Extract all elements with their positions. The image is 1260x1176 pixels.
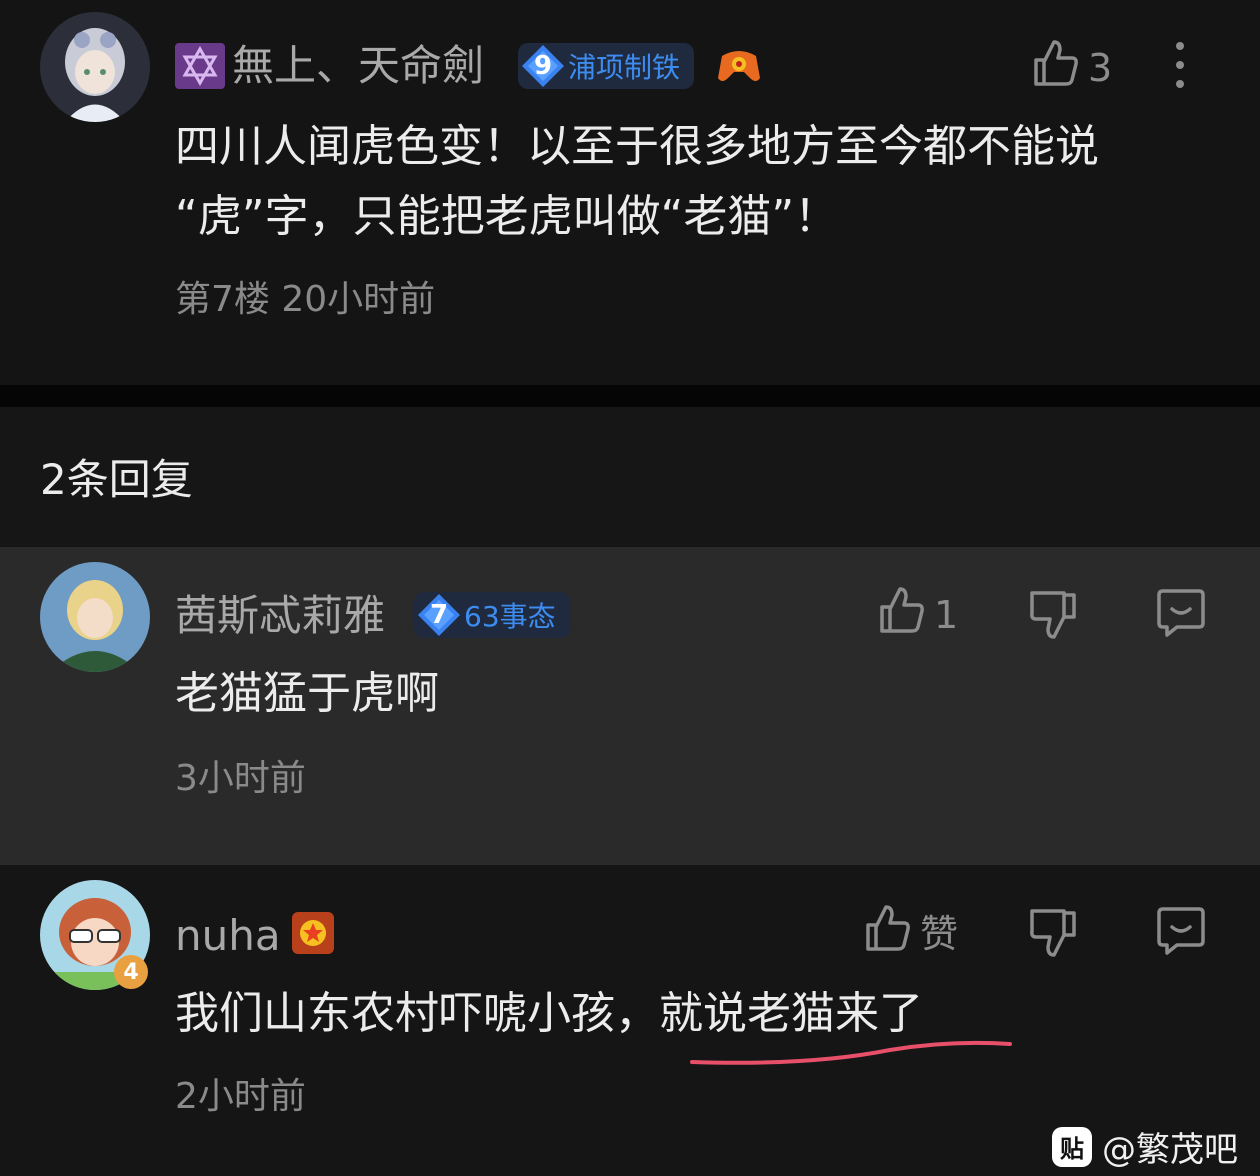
reply-meta: 3小时前 [175, 758, 306, 799]
tieba-logo-icon: 贴 [1052, 1126, 1092, 1167]
thumbs-up-icon[interactable] [876, 585, 926, 639]
sun-badge-icon [292, 912, 334, 958]
reply-content-plain: 我们山东农村吓唬小孩， [175, 988, 659, 1039]
badge-text: 63事态 [464, 600, 556, 633]
reply-content: 我们山东农村吓唬小孩，就说老猫来了 [175, 979, 923, 1049]
comment-icon[interactable] [1155, 905, 1207, 961]
user-avatar[interactable] [40, 12, 150, 122]
reply-content: 老猫猛于虎啊 [175, 668, 439, 719]
diamond-icon: 7 [414, 592, 464, 638]
watermark: 贴 @繁茂吧 [1052, 1122, 1238, 1171]
badge-level: 7 [429, 600, 449, 630]
like-label[interactable]: 赞 [920, 915, 958, 953]
level-badge[interactable]: 7 63事态 [414, 592, 570, 638]
username[interactable]: nuha [175, 915, 281, 957]
level-badge[interactable]: 9 浦项制铁 [518, 43, 695, 89]
thumbs-up-icon[interactable] [862, 903, 912, 957]
badge-text: 浦项制铁 [568, 51, 681, 84]
hexagram-icon [175, 43, 225, 93]
post-meta: 第7楼 20小时前 [175, 279, 436, 320]
like-count: 1 [934, 593, 959, 637]
thumbs-up-icon[interactable] [1030, 38, 1080, 92]
username[interactable]: 無上、天命劍 [232, 45, 484, 87]
game-controller-icon [716, 46, 762, 90]
diamond-icon: 9 [518, 43, 568, 89]
user-level-badge: 4 [114, 955, 148, 989]
replies-count-title: 2条回复 [40, 455, 193, 504]
post-content-line2: “虎”字，只能把老虎叫做“老猫”！ [175, 191, 839, 242]
reply-meta: 2小时前 [175, 1076, 306, 1117]
username[interactable]: 茜斯忒莉雅 [175, 595, 385, 637]
badge-level: 9 [533, 51, 553, 81]
post-content-line1: 四川人闻虎色变！以至于很多地方至今都不能说 [175, 121, 1099, 172]
thumbs-down-icon[interactable] [1028, 905, 1078, 963]
watermark-text: @繁茂吧 [1102, 1130, 1238, 1170]
more-options-icon[interactable] [1170, 40, 1190, 94]
like-count: 3 [1088, 46, 1113, 90]
main-post: 無上、天命劍 9 浦项制铁 3 四川人闻虎色变！以至于很多地方至今都不能说 “虎… [0, 0, 1260, 385]
user-avatar[interactable] [40, 562, 150, 672]
comment-icon[interactable] [1155, 587, 1207, 643]
thumbs-down-icon[interactable] [1028, 587, 1078, 645]
red-underline-annotation [690, 1040, 1012, 1065]
reply-content-underlined: 就说老猫来了 [659, 988, 923, 1039]
replies-header: 2条回复 [0, 407, 1260, 547]
reply-item: 茜斯忒莉雅 7 63事态 1 老猫猛于虎啊 3小时前 [0, 547, 1260, 865]
section-divider [0, 385, 1260, 407]
